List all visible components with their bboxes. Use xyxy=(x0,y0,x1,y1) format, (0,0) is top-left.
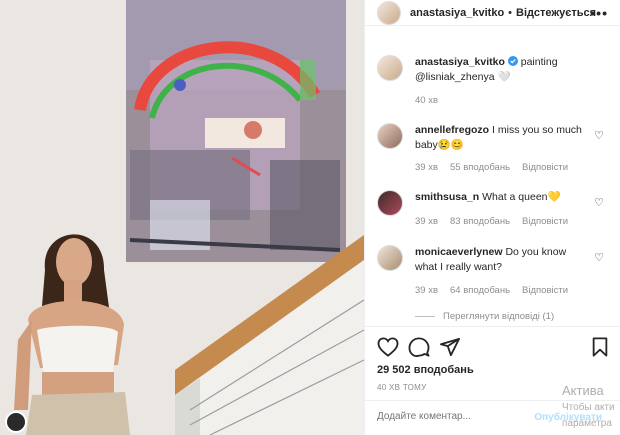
header-separator: • xyxy=(508,6,513,19)
view-replies-line xyxy=(415,316,435,317)
verified-icon xyxy=(507,56,518,66)
reply-button[interactable]: Відповісти xyxy=(522,285,568,296)
windows-activation-watermark: Актива Чтобы акти параметра xyxy=(562,383,620,430)
comment-username[interactable]: monicaeverlynew xyxy=(415,246,503,258)
comment-like-heart-icon[interactable]: ♡ xyxy=(594,251,604,264)
heart-icon[interactable] xyxy=(377,337,399,357)
view-replies-button[interactable]: Переглянути відповіді (1) xyxy=(415,311,554,322)
author-avatar[interactable] xyxy=(377,0,401,25)
comment-text: What a queen💛 xyxy=(482,191,561,203)
comments-list: anastasiya_kvitko painting @lisniak_zhen… xyxy=(365,40,620,330)
comment-likes[interactable]: 83 вподобань xyxy=(450,216,510,227)
comment-time[interactable]: 39 хв xyxy=(415,285,438,296)
caption-mention[interactable]: @lisniak_zhenya xyxy=(415,71,495,83)
caption-time[interactable]: 40 хв xyxy=(415,95,438,106)
view-replies-label: Переглянути відповіді (1) xyxy=(443,311,555,322)
commenter-avatar[interactable] xyxy=(377,123,403,149)
post-side-panel: anastasiya_kvitko • Відстежується ••• an… xyxy=(364,0,620,435)
comment-time[interactable]: 39 хв xyxy=(415,162,438,173)
comment-likes[interactable]: 64 вподобань xyxy=(450,285,510,296)
more-icon[interactable]: ••• xyxy=(590,5,608,21)
caption-emoji: 🤍 xyxy=(497,71,511,83)
commenter-avatar[interactable] xyxy=(377,190,403,216)
comment-time[interactable]: 39 хв xyxy=(415,216,438,227)
author-username[interactable]: anastasiya_kvitko xyxy=(410,7,504,19)
photo-illustration xyxy=(0,0,364,435)
share-icon[interactable] xyxy=(439,337,461,357)
likes-count[interactable]: 29 502 вподобань xyxy=(377,364,474,376)
comment-username[interactable]: annellefregozo xyxy=(415,124,489,136)
following-button[interactable]: Відстежується xyxy=(516,7,596,19)
caption-text: painting xyxy=(520,56,558,68)
comment-like-heart-icon[interactable]: ♡ xyxy=(594,129,604,142)
activation-line1: Актива xyxy=(562,383,604,398)
reply-button[interactable]: Відповісти xyxy=(522,162,568,173)
post-time[interactable]: 40 ХВ ТОМУ xyxy=(377,383,427,392)
comment-icon[interactable] xyxy=(408,337,430,357)
bookmark-icon[interactable] xyxy=(590,337,610,357)
reply-button[interactable]: Відповісти xyxy=(522,216,568,227)
comment-like-heart-icon[interactable]: ♡ xyxy=(594,196,604,209)
commenter-avatar[interactable] xyxy=(377,245,403,271)
tagged-users-badge[interactable] xyxy=(5,411,27,433)
caption-username[interactable]: anastasiya_kvitko xyxy=(415,56,505,68)
comment-likes[interactable]: 55 вподобань xyxy=(450,162,510,173)
caption-avatar[interactable] xyxy=(377,55,403,81)
painting xyxy=(126,0,346,262)
post-header: anastasiya_kvitko • Відстежується ••• xyxy=(365,0,620,26)
add-comment-input[interactable] xyxy=(377,411,537,422)
activation-line2: Чтобы акти xyxy=(562,402,615,413)
post-photo[interactable] xyxy=(0,0,364,435)
activation-line3: параметра xyxy=(562,418,612,429)
comment-username[interactable]: smithsusa_n xyxy=(415,191,479,203)
